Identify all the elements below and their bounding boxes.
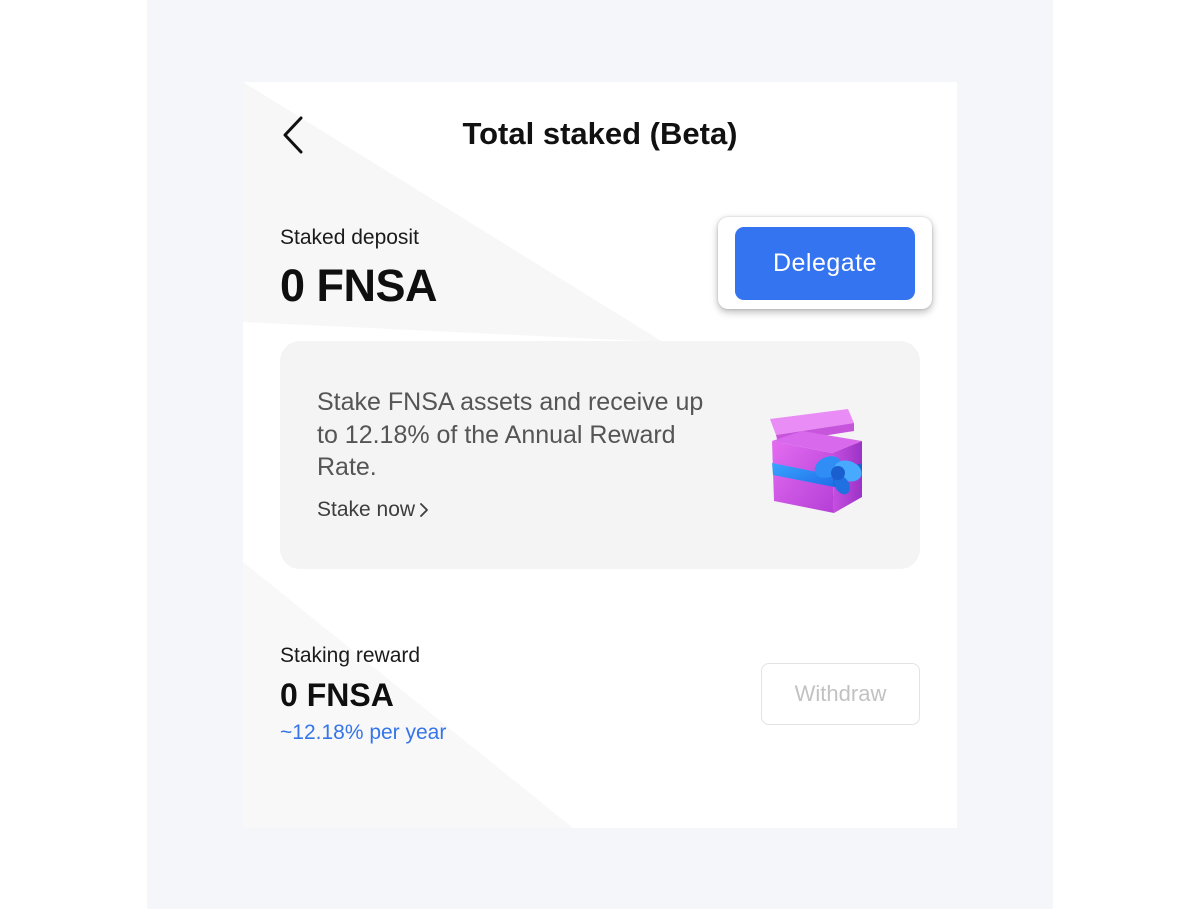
staking-promo-banner[interactable]: Stake FNSA assets and receive up to 12.1… [280, 341, 920, 569]
annual-reward-rate: ~12.18% per year [280, 721, 447, 744]
staked-deposit-amount: 0 FNSA [280, 260, 438, 311]
stake-now-link[interactable]: Stake now [317, 498, 429, 522]
promo-text: Stake FNSA assets and receive up to 12.1… [317, 388, 704, 481]
gift-box-icon [770, 409, 862, 513]
staking-reward-label: Staking reward [280, 644, 421, 667]
stake-now-label: Stake now [317, 498, 416, 521]
chevron-right-icon [419, 502, 429, 518]
delegate-button[interactable]: Delegate [735, 227, 915, 300]
page-title: Total staked (Beta) [462, 116, 738, 151]
staked-deposit-label: Staked deposit [280, 226, 419, 249]
staking-reward-amount: 0 FNSA [280, 677, 394, 713]
staking-card: Total staked (Beta) Staked deposit 0 FNS… [243, 82, 957, 828]
delegate-button-frame: Delegate [718, 217, 932, 309]
withdraw-button[interactable]: Withdraw [761, 663, 920, 725]
